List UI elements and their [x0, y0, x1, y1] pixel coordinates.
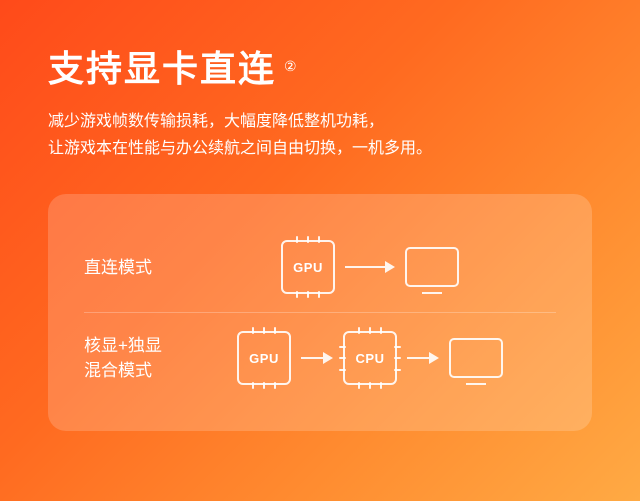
- hybrid-mode-diagram: GPU: [184, 331, 556, 385]
- pin: [380, 327, 382, 334]
- pin: [296, 236, 298, 243]
- gpu-chip-box2: GPU: [237, 331, 291, 385]
- pin: [339, 369, 346, 371]
- hybrid-label-line1: 核显+独显: [84, 336, 162, 355]
- direct-mode-diagram: GPU: [184, 240, 556, 294]
- cpu-chip: CPU: [343, 331, 397, 385]
- pin: [380, 382, 382, 389]
- cpu-pins-left: [339, 333, 346, 383]
- pin: [274, 382, 276, 389]
- pin: [369, 382, 371, 389]
- subtitle-line2: 让游戏本在性能与办公续航之间自由切换，一机多用。: [48, 140, 432, 157]
- pins-bottom2: [239, 382, 289, 389]
- arrow-head: [429, 352, 439, 364]
- direct-mode-row: 直连模式 GPU: [84, 222, 556, 312]
- cpu-pins-bottom: [345, 382, 395, 389]
- gpu-label: GPU: [293, 260, 323, 275]
- arrow-hybrid-2: [407, 352, 439, 364]
- background: 支持显卡直连 ② 减少游戏帧数传输损耗，大幅度降低整机功耗， 让游戏本在性能与办公…: [0, 0, 640, 501]
- arrow-line: [345, 266, 385, 268]
- pins-bottom: [283, 291, 333, 298]
- gpu-chip-hybrid: GPU: [237, 331, 291, 385]
- arrow-hybrid-1: [301, 352, 333, 364]
- pin: [274, 327, 276, 334]
- hybrid-mode-label: 核显+独显 混合模式: [84, 333, 184, 384]
- pin: [394, 357, 401, 359]
- cpu-pins-top: [345, 327, 395, 334]
- pin: [369, 327, 371, 334]
- arrow-direct: [345, 261, 395, 273]
- gpu-label2: GPU: [249, 351, 279, 366]
- hybrid-mode-row: 核显+独显 混合模式: [84, 312, 556, 403]
- pin: [358, 382, 360, 389]
- pin: [296, 291, 298, 298]
- screen-icon: [405, 247, 459, 287]
- pin: [318, 236, 320, 243]
- pin: [358, 327, 360, 334]
- title-sup: ②: [284, 58, 299, 75]
- cpu-label: CPU: [356, 351, 385, 366]
- pin: [252, 327, 254, 334]
- modes-card: 直连模式 GPU: [48, 194, 592, 431]
- title-text: 支持显卡直连: [48, 40, 276, 92]
- hybrid-label-line2: 混合模式: [84, 361, 152, 380]
- pins-top: [283, 236, 333, 243]
- pin: [263, 327, 265, 334]
- page-title: 支持显卡直连 ②: [48, 40, 592, 92]
- pin: [394, 369, 401, 371]
- gpu-chip-box: GPU: [281, 240, 335, 294]
- pin: [339, 346, 346, 348]
- arrow-head: [323, 352, 333, 364]
- cpu-chip-box: CPU: [343, 331, 397, 385]
- pin: [263, 382, 265, 389]
- screen-hybrid: [449, 338, 503, 378]
- cpu-pins-right: [394, 333, 401, 383]
- arrow-line: [301, 357, 323, 359]
- pin: [307, 236, 309, 243]
- pin: [252, 382, 254, 389]
- arrow-line: [407, 357, 429, 359]
- pin: [339, 357, 346, 359]
- direct-mode-label: 直连模式: [84, 255, 184, 281]
- arrow-head: [385, 261, 395, 273]
- pins-top2: [239, 327, 289, 334]
- pin: [394, 346, 401, 348]
- subtitle: 减少游戏帧数传输损耗，大幅度降低整机功耗， 让游戏本在性能与办公续航之间自由切换…: [48, 108, 592, 162]
- pin: [318, 291, 320, 298]
- subtitle-line1: 减少游戏帧数传输损耗，大幅度降低整机功耗，: [48, 113, 384, 130]
- screen-direct: [405, 247, 459, 287]
- screen-icon2: [449, 338, 503, 378]
- pin: [307, 291, 309, 298]
- gpu-chip-direct: GPU: [281, 240, 335, 294]
